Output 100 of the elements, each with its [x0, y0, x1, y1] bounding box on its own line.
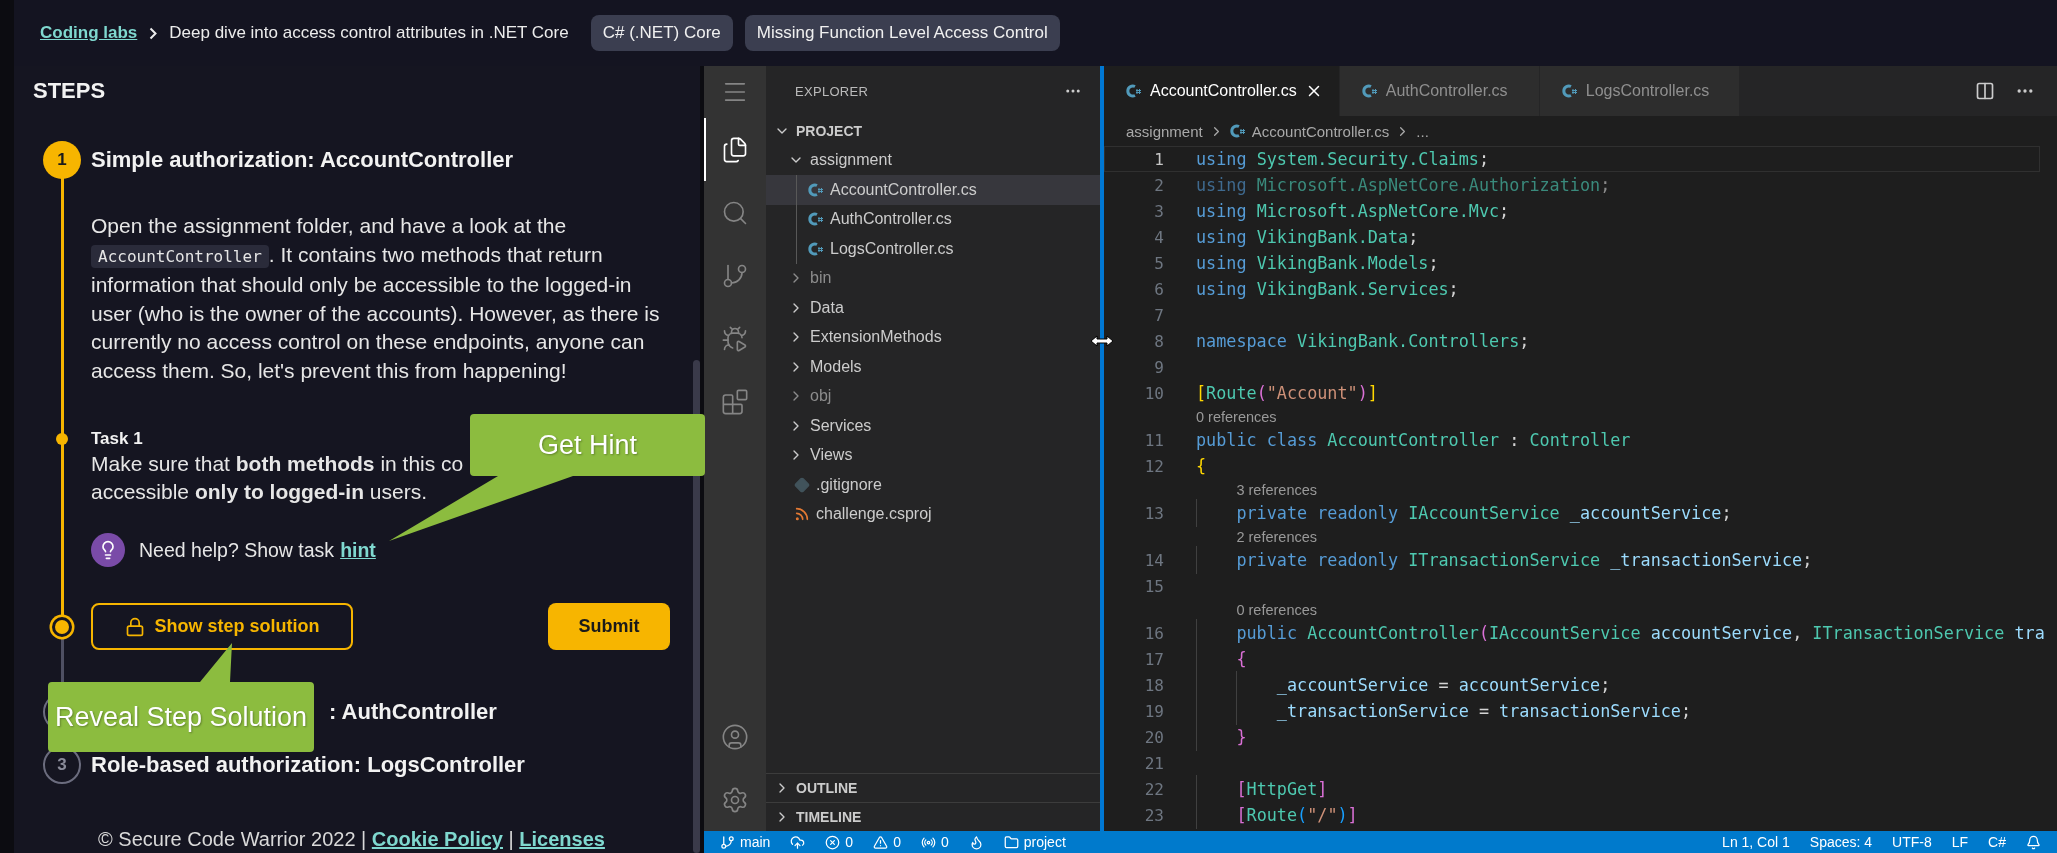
- code-line: using VikingBank.Data;: [1196, 227, 1419, 247]
- split-editor-icon[interactable]: [1975, 81, 1995, 101]
- folder-name: Models: [810, 357, 862, 376]
- task-marker: [56, 433, 68, 445]
- editor-tab[interactable]: LogsController.cs: [1539, 66, 1740, 116]
- tree-row[interactable]: Services: [766, 411, 1100, 441]
- status-item[interactable]: Spaces: 4: [1799, 834, 1883, 850]
- code-lens[interactable]: 2 references: [1236, 528, 1318, 545]
- submit-button[interactable]: Submit: [548, 603, 670, 650]
- step-description: Open the assignment folder, and have a look at the AccountController . It contains two methods that return information that should only be accessible to the logged-in user (who is the owner of the accounts). However, as there is currently no access control on these endpoints, anyone can access them. So, let's prevent this from happening!: [91, 213, 661, 384]
- line-number: 17: [1143, 649, 1164, 669]
- csharp-file-icon: [808, 240, 824, 257]
- tab-label: AccountController.cs: [1150, 82, 1297, 100]
- footer-link[interactable]: Cookie Policy: [371, 828, 503, 850]
- csharp-file-icon: [808, 181, 824, 198]
- line-number: 13: [1143, 503, 1164, 523]
- hint-link[interactable]: hint: [340, 538, 376, 561]
- footer-link[interactable]: Licenses: [519, 828, 605, 850]
- task-label: Task 1: [91, 428, 143, 450]
- code-line: {: [1196, 649, 1247, 669]
- tree-row[interactable]: Models: [766, 352, 1100, 382]
- breadcrumb-item[interactable]: AccountController.cs: [1251, 122, 1390, 140]
- line-number: 9: [1153, 357, 1164, 377]
- line-number: 3: [1153, 201, 1164, 221]
- tree-row[interactable]: LogsController.cs: [766, 234, 1100, 264]
- tree-row[interactable]: assignment: [766, 145, 1100, 175]
- folder-name: PROJECT: [796, 122, 863, 139]
- csharp-file-icon: [1229, 123, 1246, 139]
- tree-row[interactable]: bin: [766, 263, 1100, 293]
- breadcrumb-link[interactable]: Coding labs: [40, 23, 138, 43]
- line-number: 7: [1153, 305, 1164, 325]
- line-number: 4: [1153, 227, 1164, 247]
- status-item[interactable]: 0: [815, 834, 864, 850]
- status-item[interactable]: LF: [1941, 834, 1979, 850]
- code-lens[interactable]: 0 references: [1236, 601, 1318, 618]
- csharp-file-icon: [1361, 83, 1378, 99]
- run-debug-icon: [721, 324, 749, 353]
- folder-name: ExtensionMethods: [810, 328, 942, 347]
- warning-icon: [873, 834, 889, 850]
- code-line: using VikingBank.Services;: [1196, 279, 1459, 299]
- tree-row[interactable]: challenge.csproj: [766, 499, 1100, 529]
- folder-icon: [1003, 834, 1019, 850]
- branch-icon: [720, 834, 735, 850]
- csharp-file-icon: [808, 211, 824, 228]
- status-item[interactable]: project: [993, 834, 1076, 850]
- line-number: 19: [1143, 701, 1164, 721]
- tree-row[interactable]: obj: [766, 381, 1100, 411]
- error-icon: [825, 834, 841, 850]
- line-number: 21: [1143, 753, 1164, 773]
- file-name: .gitignore: [816, 475, 882, 494]
- bell-icon: [2026, 834, 2041, 850]
- status-item[interactable]: Ln 1, Col 1: [1712, 834, 1800, 850]
- tree-row[interactable]: Views: [766, 440, 1100, 470]
- code-line: using System.Security.Claims;: [1196, 149, 1489, 169]
- step-title: Simple authorization: AccountController: [91, 147, 514, 173]
- code-lens[interactable]: 3 references: [1236, 481, 1318, 498]
- status-item[interactable]: UTF-8: [1882, 834, 1942, 850]
- line-number: 15: [1143, 576, 1164, 596]
- tree-row[interactable]: AccountController.cs: [766, 175, 1100, 205]
- tag: Missing Function Level Access Control: [744, 15, 1060, 51]
- breadcrumb-current: Deep dive into access control attributes in .NET Core: [169, 23, 569, 43]
- line-number: 22: [1143, 779, 1164, 799]
- tree-row[interactable]: PROJECT: [766, 116, 1100, 146]
- folder-name: obj: [810, 387, 832, 406]
- editor-tab[interactable]: AuthController.cs: [1339, 66, 1540, 116]
- code-line: using VikingBank.Models;: [1196, 253, 1439, 273]
- line-number: 16: [1143, 623, 1164, 643]
- code-lens[interactable]: 0 references: [1196, 408, 1277, 425]
- code-line: public class AccountController : Controller: [1196, 430, 1631, 450]
- step-number: 1: [43, 141, 81, 179]
- tree-row[interactable]: AuthController.cs: [766, 204, 1100, 234]
- file-name: LogsController.cs: [830, 239, 954, 258]
- status-item[interactable]: 0: [863, 834, 911, 850]
- csharp-file-icon: [1561, 83, 1578, 99]
- task-text: accessible only to logged-in users.: [91, 479, 428, 505]
- show-solution-button[interactable]: Show step solution: [91, 603, 353, 650]
- line-number: 8: [1153, 331, 1164, 351]
- line-number: 20: [1143, 727, 1164, 747]
- code-line: namespace VikingBank.Controllers;: [1196, 331, 1530, 351]
- code-line: using Microsoft.AspNetCore.Mvc;: [1196, 201, 1510, 221]
- tree-row[interactable]: .gitignore: [766, 470, 1100, 500]
- lock-icon: [124, 616, 145, 637]
- tree-row[interactable]: Data: [766, 293, 1100, 323]
- footer-text: © Secure Code Warrior 2022 | Cookie Policy | Licenses: [97, 827, 606, 851]
- code-line: {: [1196, 456, 1207, 476]
- lightbulb-icon: [91, 533, 125, 567]
- status-item[interactable]: 0: [910, 834, 959, 850]
- breadcrumb-item[interactable]: ...: [1416, 122, 1429, 140]
- chevron-icon: [149, 26, 158, 40]
- flame-icon: [968, 834, 984, 850]
- callout: Reveal Step Solution: [48, 643, 314, 752]
- status-item[interactable]: main: [710, 834, 781, 850]
- editor-tab[interactable]: AccountController.cs: [1104, 66, 1340, 116]
- status-item[interactable]: C#: [1978, 834, 2016, 850]
- section-header[interactable]: OUTLINE: [766, 773, 1100, 802]
- file-name: AccountController.cs: [830, 180, 977, 199]
- line-number: 6: [1153, 279, 1164, 299]
- breadcrumb-item[interactable]: assignment: [1126, 122, 1203, 140]
- panel-title: EXPLORER: [795, 83, 869, 99]
- folder-name: bin: [810, 269, 832, 288]
